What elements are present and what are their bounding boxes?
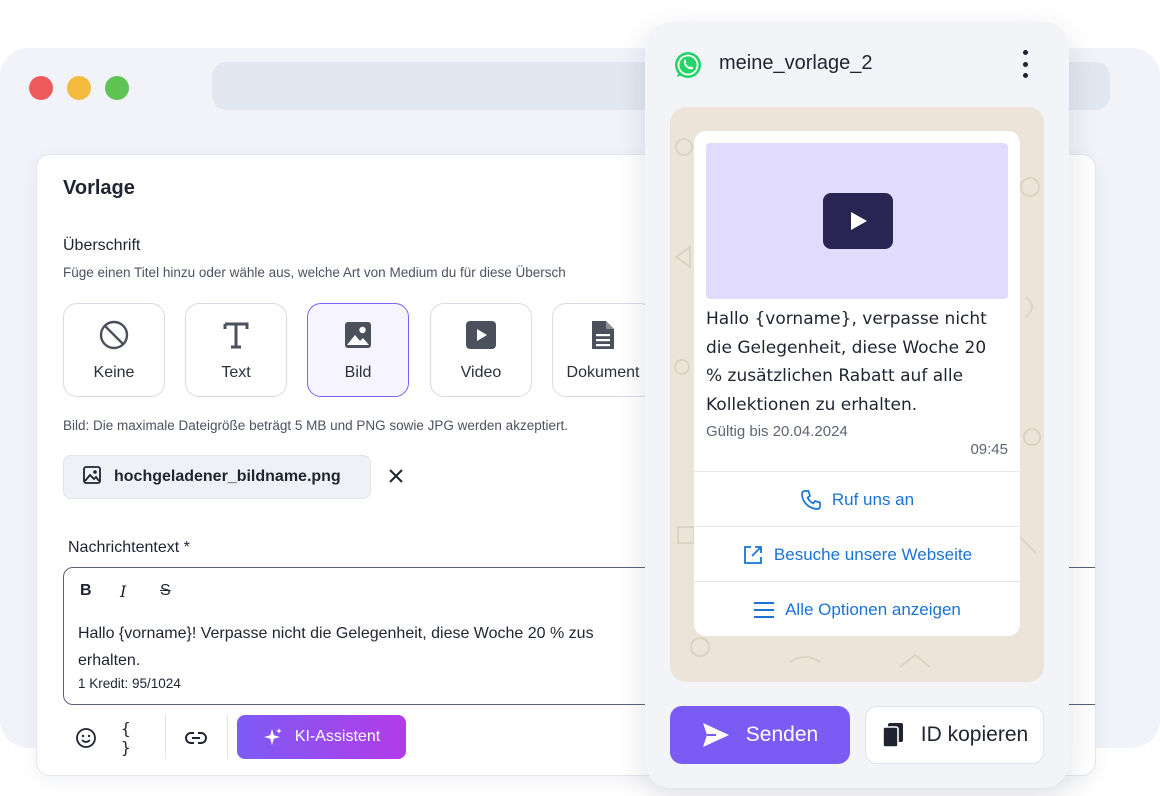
template-preview-panel: meine_vorlage_2 Hallo {vorname}, verpass… (645, 22, 1069, 788)
ai-assistant-button[interactable]: KI-Assistent (237, 715, 406, 759)
emoji-button[interactable] (73, 725, 99, 751)
media-type-image[interactable]: Bild (307, 303, 409, 397)
media-type-document[interactable]: Dokument (552, 303, 654, 397)
preview-body-text: Hallo {vorname}, verpasse nicht die Gele… (706, 309, 987, 415)
visit-website-button[interactable]: Besuche unsere Webseite (694, 526, 1020, 582)
call-us-label: Ruf uns an (831, 489, 915, 509)
bold-button[interactable]: B (80, 582, 92, 600)
toolbar-divider (227, 715, 228, 759)
media-type-label: Bild (344, 364, 372, 381)
media-placeholder (706, 143, 1008, 299)
copy-id-button[interactable]: ID kopieren (865, 706, 1044, 764)
window-minimize-dot[interactable] (67, 76, 91, 100)
play-icon[interactable] (823, 193, 893, 249)
variables-icon: { } (121, 719, 131, 757)
italic-button[interactable]: I (120, 582, 126, 601)
uploaded-file-name: hochgeladener_bildname.png (114, 468, 341, 485)
copy-id-label: ID kopieren (920, 723, 1029, 746)
preview-footer-text: Gültig bis 20.04.2024 (706, 423, 848, 440)
sparkle-icon (263, 728, 282, 745)
chat-background: Hallo {vorname}, verpasse nicht die Gele… (670, 107, 1044, 682)
uploaded-file-chip[interactable]: hochgeladener_bildname.png (63, 455, 371, 499)
window-maximize-dot[interactable] (105, 76, 129, 100)
external-link-icon (744, 545, 762, 564)
close-icon (389, 469, 403, 483)
call-us-button[interactable]: Ruf uns an (694, 471, 1020, 527)
media-type-video[interactable]: Video (430, 303, 532, 397)
remove-file-button[interactable] (385, 465, 407, 487)
credit-counter: 1 Kredit: 95/1024 (78, 676, 181, 691)
window-close-dot[interactable] (29, 76, 53, 100)
no-media-icon (98, 318, 130, 352)
text-icon (222, 318, 250, 352)
template-name: meine_vorlage_2 (719, 52, 873, 74)
media-type-label: Keine (93, 364, 135, 381)
copy-icon (881, 723, 903, 748)
link-icon (185, 732, 207, 744)
message-time: 09:45 (970, 441, 1008, 458)
image-icon (343, 318, 373, 352)
image-size-hint: Bild: Die maximale Dateigröße beträgt 5 … (63, 418, 568, 433)
header-section-help: Füge einen Titel hinzu oder wähle aus, w… (63, 265, 566, 280)
header-section-label: Überschrift (63, 237, 141, 254)
variables-button[interactable]: { } (121, 719, 147, 757)
document-icon (590, 318, 616, 352)
send-button[interactable]: Senden (670, 706, 850, 764)
emoji-icon (76, 728, 96, 748)
ai-assistant-label: KI-Assistent (294, 728, 381, 745)
link-button[interactable] (183, 725, 209, 751)
video-icon (465, 318, 497, 352)
list-icon (754, 601, 775, 618)
more-options-icon[interactable] (1019, 50, 1031, 78)
image-file-icon (82, 465, 102, 490)
card-title: Vorlage (63, 177, 135, 199)
media-type-text[interactable]: Text (185, 303, 287, 397)
all-options-label: Alle Optionen anzeigen (785, 599, 961, 619)
message-text-label: Nachrichtentext * (68, 539, 190, 556)
media-type-label: Text (221, 364, 251, 381)
visit-website-label: Besuche unsere Webseite (773, 544, 973, 564)
all-options-button[interactable]: Alle Optionen anzeigen (694, 581, 1020, 636)
strikethrough-button[interactable]: S (160, 582, 171, 600)
send-label: Senden (745, 723, 819, 746)
whatsapp-icon (673, 50, 703, 80)
media-type-label: Video (460, 364, 502, 381)
toolbar-divider (165, 715, 166, 759)
media-type-none[interactable]: Keine (63, 303, 165, 397)
phone-icon (801, 489, 821, 510)
media-type-label: Dokument (566, 364, 640, 381)
message-bubble: Hallo {vorname}, verpasse nicht die Gele… (694, 131, 1020, 636)
send-icon (702, 723, 729, 747)
